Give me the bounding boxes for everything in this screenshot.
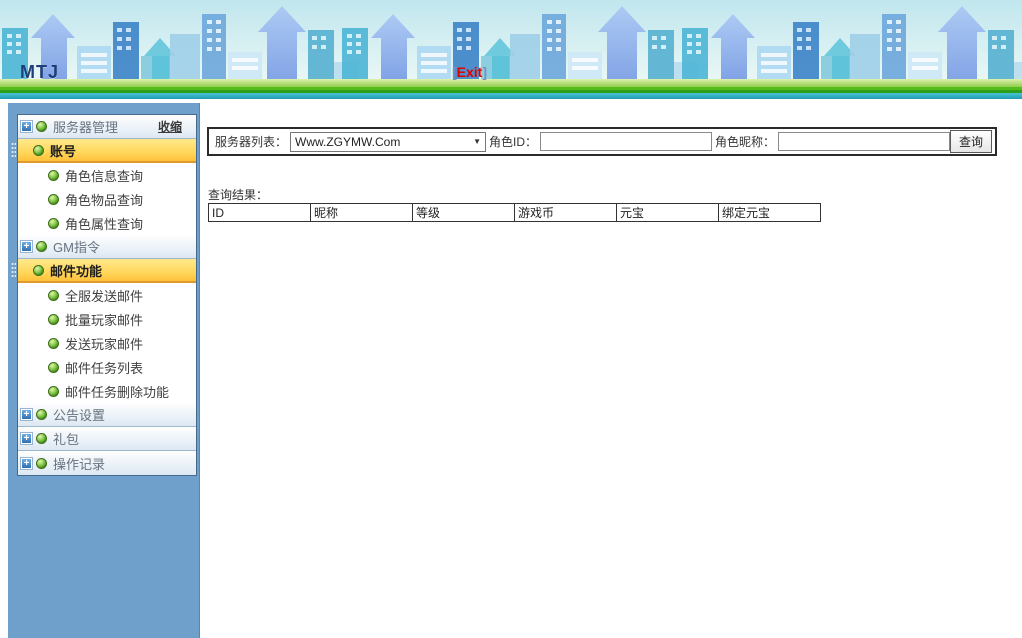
main-content: 服务器列表： Www.ZGYMW.Com ▼ 角色ID： 角色昵称： 查询 查询… [200,99,1022,638]
col-header-yuanbao: 元宝 [617,204,719,222]
col-header-bound-yuanbao: 绑定元宝 [719,204,821,222]
green-orb-icon [48,362,59,373]
sidebar-item-label: 礼包 [53,429,79,448]
server-list-label: 服务器列表： [215,133,287,150]
sidebar-item-label: 发送玩家邮件 [65,334,143,353]
sidebar-item-label: 操作记录 [53,454,105,473]
role-id-input[interactable] [540,132,712,151]
sidebar-item-label: 角色属性查询 [65,214,143,233]
green-orb-icon [48,338,59,349]
results-title: 查询结果： [208,186,268,203]
green-orb-icon [48,386,59,397]
col-header-game-coin: 游戏币 [515,204,617,222]
sidebar-item-send-player-mail[interactable]: 发送玩家邮件 [18,331,196,355]
expand-plus-icon[interactable]: + [21,433,32,444]
sidebar-item-label: 邮件功能 [50,261,102,280]
sidebar-item-label: 服务器管理 [53,117,118,136]
sidebar-item-label: 角色物品查询 [65,190,143,209]
sidebar-item-label: 邮件任务删除功能 [65,382,169,401]
sidebar-item-mail-task-delete[interactable]: 邮件任务删除功能 [18,379,196,403]
green-orb-icon [48,170,59,181]
green-orb-icon [48,218,59,229]
drag-handle-icon [11,262,16,278]
sidebar-item-label: 角色信息查询 [65,166,143,185]
green-orb-icon [36,458,47,469]
green-orb-icon [48,194,59,205]
expand-plus-icon[interactable]: + [21,121,32,132]
sidebar-item-role-attr-query[interactable]: 角色属性查询 [18,211,196,235]
exit-link[interactable]: [Exit] [452,64,487,80]
expand-plus-icon[interactable]: + [21,241,32,252]
col-header-level: 等级 [413,204,515,222]
col-header-id: ID [209,204,311,222]
sidebar-item-label: 公告设置 [53,405,105,424]
city-skyline-banner: MTJ [Exit] [0,0,1022,99]
sidebar-item-batch-player-mail[interactable]: 批量玩家邮件 [18,307,196,331]
collapse-link[interactable]: 收缩 [158,118,182,135]
role-nick-input[interactable] [778,132,950,151]
sidebar-item-role-item-query[interactable]: 角色物品查询 [18,187,196,211]
green-orb-icon [48,314,59,325]
drag-handle-icon [11,142,16,158]
dropdown-arrow-icon: ▼ [473,137,481,146]
exit-label: Exit [457,64,483,80]
green-orb-icon [33,145,44,156]
sidebar-item-mail-function[interactable]: 邮件功能 [18,259,196,283]
sidebar-item-role-info-query[interactable]: 角色信息查询 [18,163,196,187]
sidebar-item-label: 全服发送邮件 [65,286,143,305]
site-logo: MTJ [20,62,59,83]
green-orb-icon [36,241,47,252]
sidebar-item-gift-pack[interactable]: + 礼包 [18,427,196,451]
sidebar-item-label: 邮件任务列表 [65,358,143,377]
green-orb-icon [36,121,47,132]
sidebar-menu: + 服务器管理 收缩 账号 角色信息查询 角色物品查询 角色属性查询 [17,114,197,476]
server-select-value: Www.ZGYMW.Com [295,135,400,149]
sidebar-item-label: 批量玩家邮件 [65,310,143,329]
green-orb-icon [48,290,59,301]
green-orb-icon [33,265,44,276]
green-orb-icon [36,409,47,420]
sidebar-item-mail-task-list[interactable]: 邮件任务列表 [18,355,196,379]
sidebar-item-gm-command[interactable]: + GM指令 [18,235,196,259]
sidebar-item-label: GM指令 [53,237,100,256]
role-nick-label: 角色昵称： [715,133,775,150]
results-table: ID 昵称 等级 游戏币 元宝 绑定元宝 [208,203,821,222]
expand-plus-icon[interactable]: + [21,458,32,469]
sidebar-item-announcement[interactable]: + 公告设置 [18,403,196,427]
sidebar: + 服务器管理 收缩 账号 角色信息查询 角色物品查询 角色属性查询 [8,103,200,638]
skyline-illustration [0,0,1022,99]
col-header-nickname: 昵称 [311,204,413,222]
sidebar-item-label: 账号 [50,141,76,160]
query-toolbar: 服务器列表： Www.ZGYMW.Com ▼ 角色ID： 角色昵称： 查询 [207,127,997,156]
sidebar-item-account[interactable]: 账号 [18,139,196,163]
page: MTJ [Exit] + 服务器管理 收缩 账号 角色信息查询 角色物品 [0,0,1022,638]
exit-bracket-right: ] [482,64,487,80]
table-header-row: ID 昵称 等级 游戏币 元宝 绑定元宝 [209,204,821,222]
query-button[interactable]: 查询 [950,130,992,153]
expand-plus-icon[interactable]: + [21,409,32,420]
sidebar-item-send-mail-all[interactable]: 全服发送邮件 [18,283,196,307]
sidebar-item-operation-log[interactable]: + 操作记录 [18,451,196,475]
green-orb-icon [36,433,47,444]
role-id-label: 角色ID： [489,133,537,150]
sidebar-item-server-management[interactable]: + 服务器管理 收缩 [18,115,196,139]
server-select[interactable]: Www.ZGYMW.Com ▼ [290,132,486,152]
